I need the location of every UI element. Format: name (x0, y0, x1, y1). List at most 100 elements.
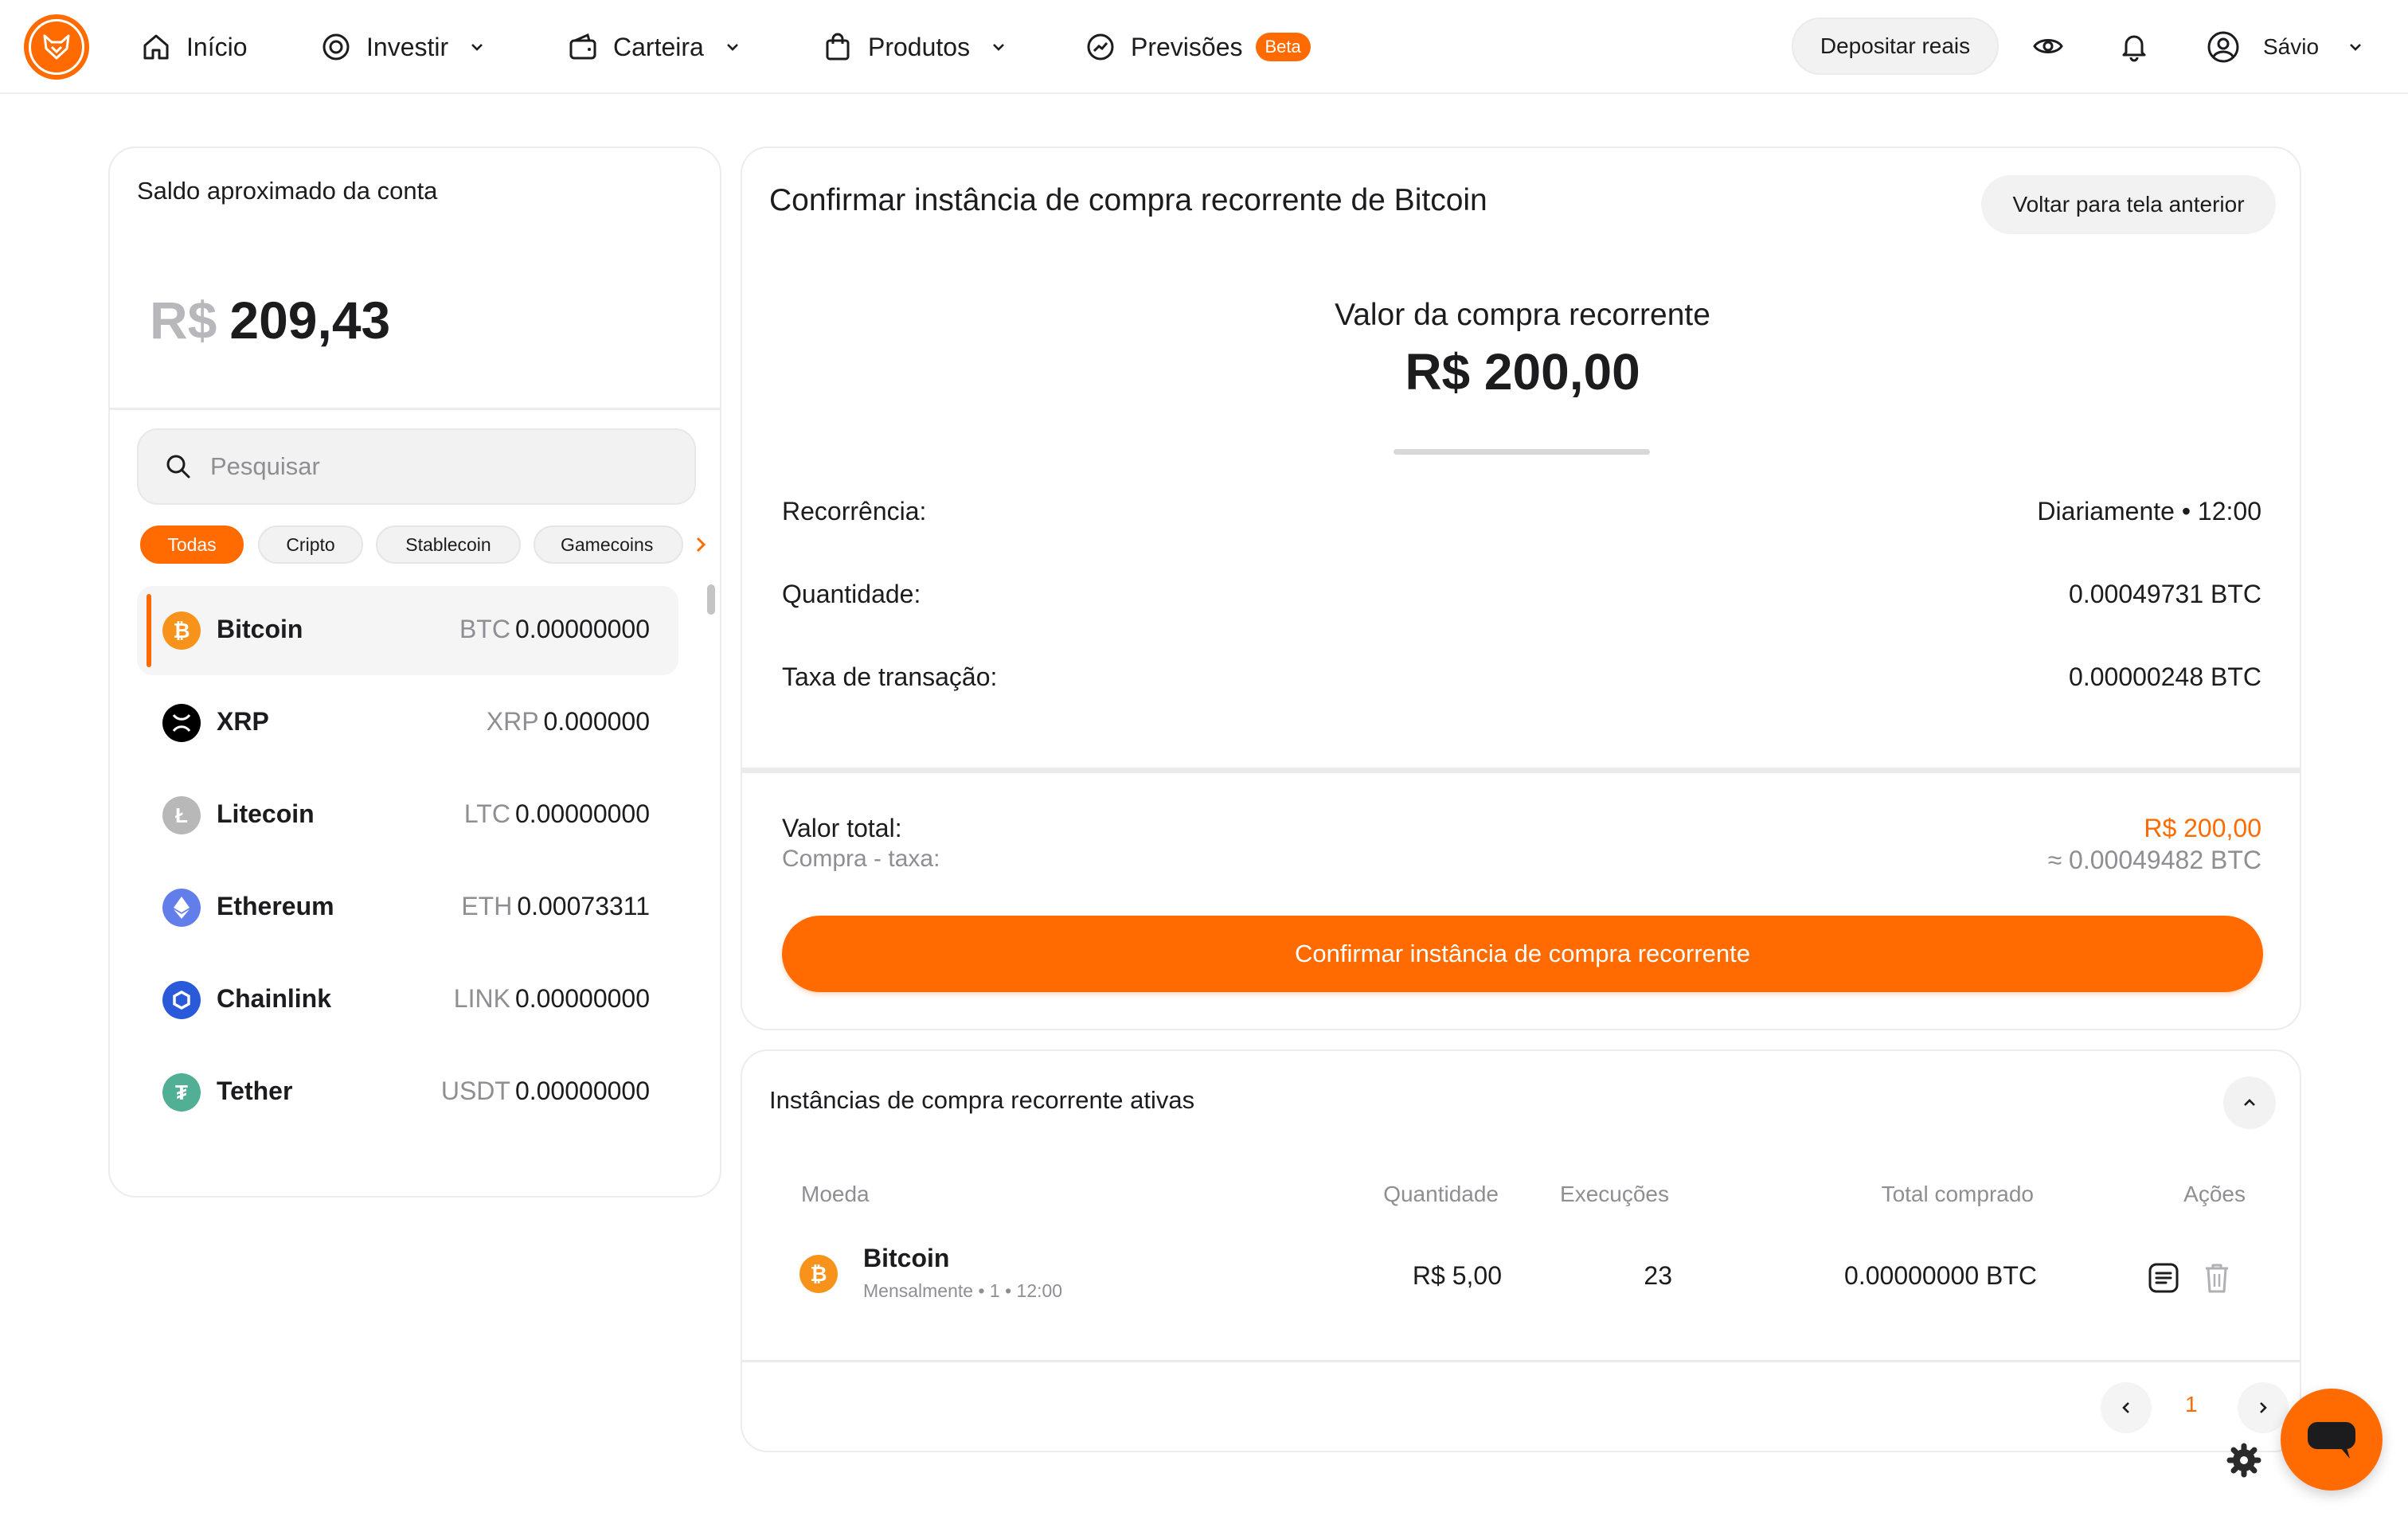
nav-carteira[interactable]: Carteira (567, 24, 742, 70)
asset-name: Ethereum (217, 892, 334, 920)
column-header-execucoes: Execuções (1560, 1182, 1669, 1206)
balance-currency: R$ (150, 291, 217, 350)
asset-list-scrollbar[interactable] (707, 584, 715, 615)
net-label: Compra - taxa: (782, 846, 940, 872)
nav-inicio[interactable]: Início (140, 24, 247, 70)
column-header-quantidade: Quantidade (1383, 1182, 1499, 1206)
chevron-down-icon (723, 37, 742, 57)
nav-previsoes[interactable]: Previsões Beta (1085, 24, 1311, 70)
chevron-left-icon (2117, 1398, 2136, 1417)
fee-value: 0.00000248 BTC (2069, 662, 2261, 691)
collapse-button[interactable] (2223, 1076, 2276, 1129)
divider (742, 1360, 2300, 1362)
filter-todas[interactable]: Todas (140, 526, 244, 564)
balance-value: 209,43 (229, 291, 391, 350)
asset-balance: USDT 0.00000000 (440, 1076, 650, 1105)
user-name: Sávio (2263, 34, 2320, 59)
xrp-icon (162, 704, 201, 742)
details-icon[interactable] (2147, 1261, 2180, 1295)
chainlink-icon (162, 981, 201, 1019)
top-navigation: Início Investir Carteira Produtos Previs… (0, 0, 2408, 94)
column-header-moeda: Moeda (801, 1182, 870, 1206)
fox-logo-icon (29, 19, 84, 75)
table-row: ₿ Bitcoin Mensalmente • 1 • 12:00 R$ 5,0… (742, 1237, 2300, 1317)
filter-stablecoin[interactable]: Stablecoin (376, 526, 521, 564)
bell-icon[interactable] (2118, 30, 2150, 62)
chevron-up-icon (2239, 1092, 2260, 1113)
asset-row-chainlink[interactable]: Chainlink LINK 0.00000000 (137, 955, 678, 1045)
nav-label: Carteira (613, 32, 704, 61)
asset-row-litecoin[interactable]: Ł Litecoin LTC 0.00000000 (137, 771, 678, 860)
filter-chips: Todas Cripto Stablecoin Gamecoins (140, 526, 713, 565)
instance-total: 0.00000000 BTC (1844, 1261, 2037, 1290)
beta-badge: Beta (1255, 33, 1311, 61)
asset-name: Chainlink (217, 984, 332, 1013)
instance-coin: Bitcoin (863, 1244, 950, 1272)
chat-button[interactable] (2281, 1389, 2383, 1491)
total-label: Valor total: (782, 814, 902, 842)
divider (742, 768, 2300, 773)
instance-amount: R$ 5,00 (1412, 1261, 1502, 1290)
active-instances-card: Instâncias de compra recorrente ativas M… (741, 1049, 2301, 1452)
trash-icon[interactable] (2201, 1261, 2233, 1295)
trend-icon (1085, 31, 1116, 63)
logo[interactable] (24, 14, 89, 80)
recurrence-label: Recorrência: (782, 497, 927, 526)
nav-label: Investir (366, 32, 449, 61)
account-balance: R$ 209,43 (150, 290, 390, 350)
user-menu[interactable]: Sávio (2206, 27, 2365, 67)
instance-schedule: Mensalmente • 1 • 12:00 (863, 1280, 1063, 1301)
page-number[interactable]: 1 (2185, 1392, 2198, 1417)
asset-row-xrp[interactable]: XRP XRP 0.000000 (137, 678, 678, 768)
column-header-acoes: Ações (2183, 1182, 2246, 1206)
value-underline (1394, 449, 1650, 455)
filter-gamecoins[interactable]: Gamecoins (534, 526, 683, 564)
confirm-title: Confirmar instância de compra recorrente… (769, 183, 1487, 217)
wallet-icon (567, 31, 599, 63)
nav-investir[interactable]: Investir (320, 24, 487, 70)
confirm-button[interactable]: Confirmar instância de compra recorrente (782, 916, 2263, 992)
instances-title: Instâncias de compra recorrente ativas (769, 1086, 1195, 1114)
column-header-total: Total comprado (1881, 1182, 2034, 1206)
asset-row-ethereum[interactable]: Ethereum ETH 0.00073311 (137, 863, 678, 952)
eye-icon[interactable] (2032, 30, 2064, 62)
divider (110, 408, 720, 410)
nav-label: Início (186, 32, 248, 61)
nav-produtos[interactable]: Produtos (822, 24, 1008, 70)
asset-balance: LTC 0.00000000 (463, 799, 650, 828)
deposit-button[interactable]: Depositar reais (1792, 18, 1999, 75)
chevron-down-icon (989, 37, 1008, 57)
chevron-right-icon[interactable] (690, 533, 712, 556)
user-avatar-icon (2206, 29, 2241, 64)
prev-page-button[interactable] (2101, 1382, 2152, 1433)
asset-row-bitcoin[interactable]: ₿ Bitcoin BTC 0.00000000 (137, 586, 678, 675)
asset-name: Tether (217, 1076, 293, 1105)
tether-icon: ₮ (162, 1073, 201, 1112)
confirm-recurring-card: Confirmar instância de compra recorrente… (741, 147, 2301, 1030)
asset-list: ₿ Bitcoin BTC 0.00000000 XRP XRP 0.000000 … (137, 586, 686, 1159)
shopping-bag-icon (822, 31, 854, 63)
quantity-value: 0.00049731 BTC (2069, 580, 2261, 608)
asset-balance: LINK 0.00000000 (453, 984, 650, 1013)
chevron-right-icon (2254, 1398, 2273, 1417)
bitcoin-icon: ₿ (162, 611, 201, 650)
search-icon (164, 452, 210, 481)
next-page-button[interactable] (2238, 1382, 2289, 1433)
chevron-down-icon (467, 37, 487, 57)
asset-name: Bitcoin (217, 615, 303, 643)
litecoin-icon: Ł (162, 796, 201, 834)
asset-row-tether[interactable]: ₮ Tether USDT 0.00000000 (137, 1048, 678, 1137)
nav-label: Previsões (1131, 32, 1243, 61)
account-balance-card: Saldo aproximado da conta R$209,43 Todas… (108, 147, 721, 1198)
bitcoin-icon: ₿ (799, 1255, 838, 1293)
ethereum-icon (162, 889, 201, 927)
search-input[interactable] (210, 452, 656, 481)
asset-row-partial[interactable] (137, 1140, 678, 1159)
filter-cripto[interactable]: Cripto (258, 526, 363, 564)
target-icon (320, 31, 352, 63)
quantity-label: Quantidade: (782, 580, 921, 608)
search-box[interactable] (137, 428, 696, 505)
settings-gear-icon[interactable] (2226, 1443, 2261, 1478)
net-value: ≈ 0.00049482 BTC (2047, 846, 2261, 874)
back-button[interactable]: Voltar para tela anterior (1981, 175, 2276, 234)
